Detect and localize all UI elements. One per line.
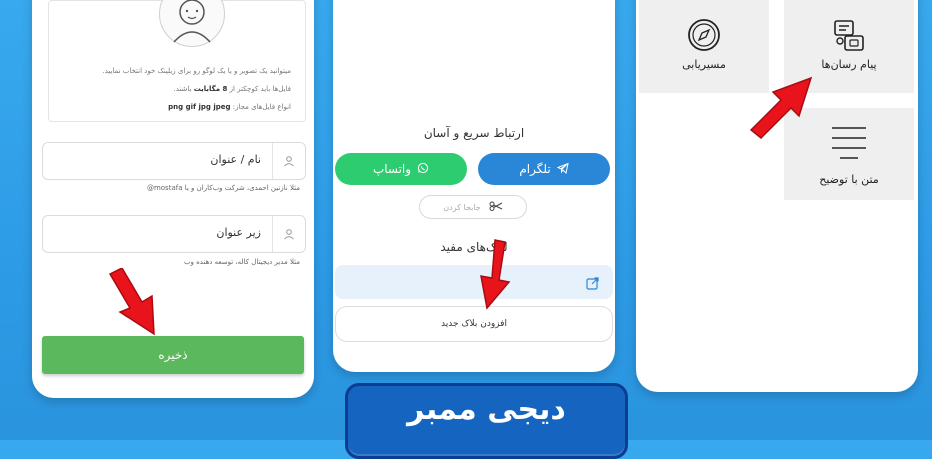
telegram-label: تلگرام — [519, 162, 551, 176]
upload-hint-2: فایل‌ها باید کوچکتر از 8 مگابایت باشند. — [174, 85, 291, 93]
routing-tile-label: مسیریابی — [682, 58, 726, 71]
compass-icon — [687, 18, 721, 55]
save-button[interactable]: ذخیره — [42, 336, 304, 374]
messengers-tile-label: پیام رسان‌ها — [821, 58, 877, 71]
upload-hint-3-types: png gif jpg jpeg — [168, 103, 231, 111]
whatsapp-label: واتساپ — [372, 162, 412, 176]
pointer-arrow-messengers — [749, 76, 813, 140]
upload-hint-2-prefix: فایل‌ها باید کوچکتر از — [229, 85, 291, 93]
avatar-placeholder[interactable] — [159, 0, 225, 47]
subtitle-field-help: مثلا مدیر دیجیتال کاله، توسعه دهنده وب — [183, 258, 300, 266]
upload-hint-3-prefix: انواع فایل‌های مجاز: — [232, 103, 291, 111]
reorder-label: جابجا کردن — [443, 202, 481, 212]
reorder-button[interactable]: جابجا کردن — [419, 195, 527, 219]
block-type-panel: پیام رسان‌ها مسیریابی متن با توضیح — [636, 0, 918, 392]
subtitle-field[interactable]: زیر عنوان — [42, 215, 306, 253]
text-lines-icon — [831, 124, 867, 167]
name-field[interactable]: نام / عنوان — [42, 142, 306, 180]
quick-contact-title: ارتباط سریع و آسان — [423, 126, 525, 140]
user-icon — [272, 143, 305, 179]
pointer-arrow-save — [108, 268, 155, 336]
pointer-arrow-add-block — [480, 239, 511, 310]
telegram-icon — [556, 162, 569, 177]
upload-hint-3: انواع فایل‌های مجاز: png gif jpg jpeg — [168, 103, 291, 111]
upload-hint-2-suffix: باشند. — [173, 85, 192, 93]
telegram-button[interactable]: تلگرام — [478, 153, 610, 185]
external-link-icon[interactable] — [586, 275, 599, 294]
link-page-panel: ارتباط سریع و آسان تلگرام واتساپ جابجا ک… — [333, 0, 615, 372]
profile-form-panel: میتوانید یک تصویر و یا یک لوگو رو برای ز… — [32, 0, 314, 398]
upload-hint-1: میتوانید یک تصویر و یا یک لوگو رو برای ز… — [102, 67, 291, 75]
name-field-help: مثلا نازنین احمدی، شرکت وب‌کاران و یا mo… — [146, 184, 300, 192]
avatar-icon — [173, 0, 211, 43]
image-upload-box[interactable]: میتوانید یک تصویر و یا یک لوگو رو برای ز… — [48, 0, 306, 122]
chat-bubbles-icon — [833, 18, 865, 55]
user-icon — [272, 216, 305, 252]
upload-hint-2-size: 8 مگابایت — [193, 85, 228, 93]
name-field-label: نام / عنوان — [210, 153, 261, 166]
add-block-button[interactable]: افزودن بلاک جدید — [335, 306, 613, 342]
text-description-tile-label: متن با توضیح — [819, 173, 879, 186]
whatsapp-icon — [417, 162, 429, 177]
whatsapp-button[interactable]: واتساپ — [335, 153, 467, 185]
brand-logo-text: دیجی ممبر — [407, 392, 566, 427]
brand-logo-banner: دیجی ممبر — [345, 383, 628, 459]
subtitle-field-label: زیر عنوان — [216, 226, 261, 239]
scissors-icon — [489, 201, 503, 213]
